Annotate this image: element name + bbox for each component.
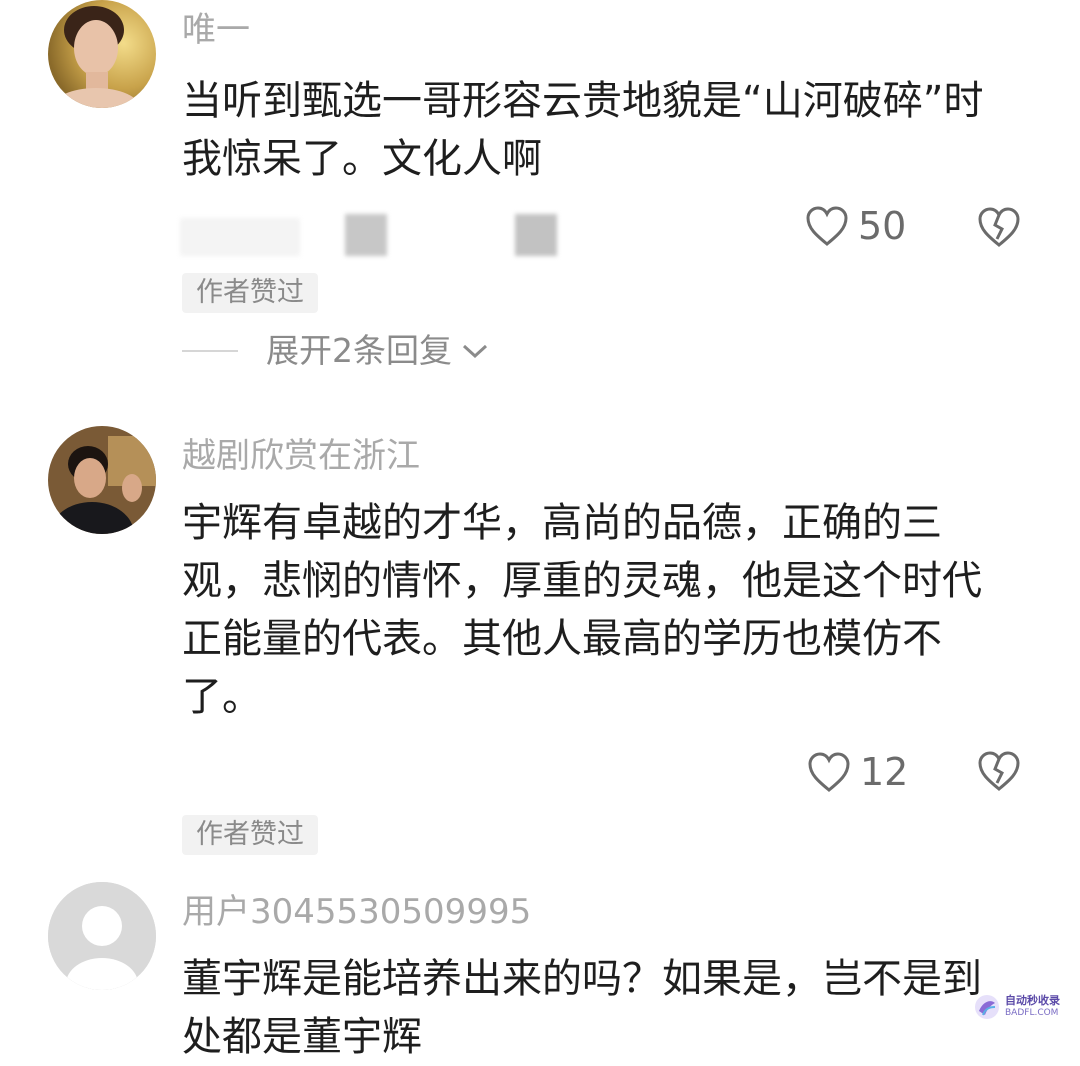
expand-replies-label: 展开2条回复 <box>266 331 452 370</box>
blurred-area <box>515 214 557 256</box>
like-button[interactable]: 50 <box>804 204 906 248</box>
heart-outline-icon <box>806 206 848 246</box>
watermark-logo-icon <box>975 995 999 1019</box>
chevron-down-icon <box>462 344 488 359</box>
like-button[interactable]: 12 <box>806 750 908 794</box>
comment-text: 宇辉有卓越的才华，高尚的品德，正确的三观，悲悯的情怀，厚重的灵魂，他是这个时代正… <box>182 500 982 720</box>
comment-text: 董宇辉是能培养出来的吗？如果是，岂不是到处都是董宇辉 <box>182 956 982 1060</box>
broken-heart-icon[interactable] <box>976 749 1022 793</box>
watermark-subtext: BADFL.COM <box>1005 1008 1059 1018</box>
blurred-area <box>180 218 300 256</box>
like-count: 50 <box>858 204 907 248</box>
avatar[interactable] <box>48 0 156 108</box>
divider-line <box>182 350 238 352</box>
broken-heart-icon[interactable] <box>976 205 1022 249</box>
avatar[interactable] <box>48 882 156 990</box>
like-count: 12 <box>860 750 909 794</box>
watermark: 自动秒收录 BADFL.COM <box>973 993 1060 1021</box>
comment-text: 当听到甄选一哥形容云贵地貌是“山河破碎”时我惊呆了。文化人啊 <box>182 78 984 182</box>
username[interactable]: 用户3045530509995 <box>182 892 531 932</box>
expand-replies[interactable]: 展开2条回复 <box>182 331 490 371</box>
author-liked-badge: 作者赞过 <box>182 273 318 313</box>
heart-outline-icon <box>808 752 850 792</box>
default-user-icon <box>48 882 156 990</box>
blurred-area <box>345 214 387 256</box>
username[interactable]: 越剧欣赏在浙江 <box>182 436 420 476</box>
author-liked-badge: 作者赞过 <box>182 815 318 855</box>
avatar[interactable] <box>48 426 156 534</box>
watermark-text: 自动秒收录 <box>1005 994 1060 1007</box>
username[interactable]: 唯一 <box>182 10 250 50</box>
